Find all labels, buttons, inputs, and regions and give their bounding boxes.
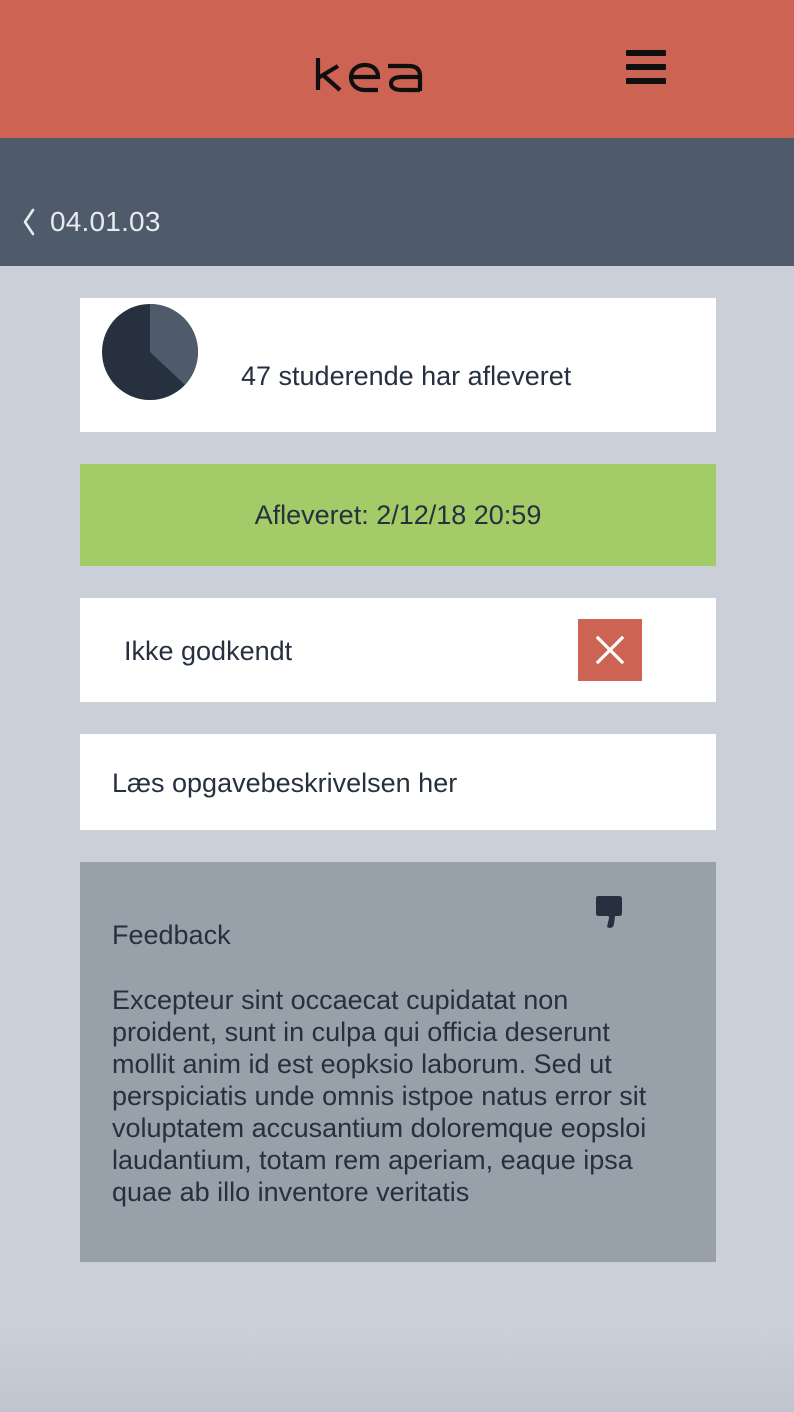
task-link-text: Læs opgavebeskrivelsen her: [112, 768, 458, 798]
back-button[interactable]: 04.01.03: [20, 200, 161, 244]
not-approved-button[interactable]: [578, 619, 642, 681]
submitted-banner: Afleveret: 2/12/18 20:59: [80, 464, 716, 566]
hamburger-menu-icon[interactable]: [622, 46, 668, 88]
back-label: 04.01.03: [50, 206, 161, 237]
kea-logo[interactable]: kea: [314, 56, 446, 94]
bottom-fade: [0, 1330, 794, 1412]
feedback-title: Feedback: [112, 920, 231, 950]
chevron-left-icon: [23, 208, 35, 236]
progress-pie-chart: [102, 304, 198, 400]
status-text: Ikke godkendt: [124, 636, 293, 666]
thumbs-down-icon[interactable]: [594, 894, 624, 930]
close-icon: [595, 635, 625, 665]
task-description-link[interactable]: Læs opgavebeskrivelsen her: [80, 734, 716, 830]
feedback-body: Excepteur sint occaecat cupidatat non pr…: [112, 985, 647, 1207]
approval-status-card: Ikke godkendt: [80, 598, 716, 702]
progress-text: 47 studerende har afleveret: [241, 361, 572, 391]
feedback-panel: Feedback Excepteur sint occaecat cupidat…: [80, 862, 716, 1262]
submission-progress-card: 47 studerende har afleveret: [80, 298, 716, 432]
submitted-text: Afleveret: 2/12/18 20:59: [254, 499, 542, 530]
app-header: kea: [0, 0, 794, 138]
